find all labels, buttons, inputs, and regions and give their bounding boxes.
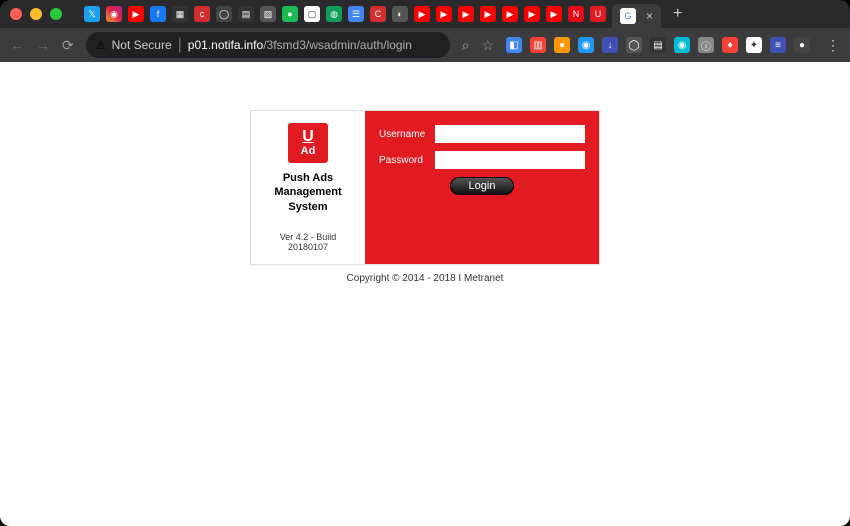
not-secure-label: Not Secure: [112, 38, 172, 52]
background-tab[interactable]: ▶: [128, 6, 144, 22]
background-tab[interactable]: ▶: [480, 6, 496, 22]
version-label: Ver 4.2 - Build 20180107: [259, 232, 357, 252]
extension-icon[interactable]: ●: [794, 37, 810, 53]
traffic-lights: [10, 8, 62, 20]
background-tab[interactable]: ◍: [326, 6, 342, 22]
background-tab[interactable]: ▶: [546, 6, 562, 22]
extension-icon[interactable]: ≡: [770, 37, 786, 53]
background-tab[interactable]: ▶: [458, 6, 474, 22]
background-tab[interactable]: c: [194, 6, 210, 22]
extension-icons: ◧ ▥ ● ◉ ↓ ◯ ▤ ◉ ⓘ ♦ ✦ ≡ ●: [506, 37, 810, 53]
reload-button[interactable]: ⟳: [62, 37, 74, 54]
browser-menu-button[interactable]: ⋮: [826, 37, 840, 54]
google-favicon-icon: G: [620, 8, 636, 24]
close-window-button[interactable]: [10, 8, 22, 20]
not-secure-icon: ⚠︎: [96, 39, 106, 52]
background-tab[interactable]: ▶: [524, 6, 540, 22]
login-left-pane: U Ad Push Ads Management System Ver 4.2 …: [251, 111, 365, 264]
extension-icon[interactable]: ▤: [650, 37, 666, 53]
login-form: Username Password Login: [365, 111, 599, 264]
background-tab[interactable]: ◯: [216, 6, 232, 22]
background-tab[interactable]: ▦: [172, 6, 188, 22]
background-tab[interactable]: ▤: [238, 6, 254, 22]
copyright-text: Copyright © 2014 - 2018 I Metranet: [347, 273, 504, 284]
password-label: Password: [379, 155, 429, 166]
background-tab[interactable]: ▧: [260, 6, 276, 22]
url-text: p01.notifa.info/3fsmd3/wsadmin/auth/logi…: [188, 38, 412, 52]
back-button[interactable]: ←: [10, 37, 24, 53]
background-tab[interactable]: f: [150, 6, 166, 22]
uad-logo: U Ad: [288, 123, 328, 163]
minimize-window-button[interactable]: [30, 8, 42, 20]
background-tab[interactable]: N: [568, 6, 584, 22]
background-tab[interactable]: ◉: [106, 6, 122, 22]
background-tab[interactable]: ▶: [502, 6, 518, 22]
extension-icon[interactable]: ◉: [578, 37, 594, 53]
maximize-window-button[interactable]: [50, 8, 62, 20]
password-input[interactable]: [435, 151, 585, 169]
address-bar: ← → ⟳ ⚠︎ Not Secure | p01.notifa.info/3f…: [0, 28, 850, 62]
background-tab[interactable]: ▶: [436, 6, 452, 22]
extension-icon[interactable]: ⓘ: [698, 37, 714, 53]
background-tab[interactable]: 𝕏: [84, 6, 100, 22]
background-tab[interactable]: ▶: [414, 6, 430, 22]
extension-icon[interactable]: ◉: [674, 37, 690, 53]
extension-icon[interactable]: ♦: [722, 37, 738, 53]
bookmark-icon[interactable]: ☆: [481, 37, 494, 54]
username-row: Username: [379, 125, 585, 143]
active-tab[interactable]: G×: [612, 4, 661, 28]
browser-window: 𝕏◉▶f▦c◯▤▧●▢◍☰C◐▶▶▶▶▶▶▶NUG×+ ← → ⟳ ⚠︎ Not…: [0, 0, 850, 526]
extension-icon[interactable]: ●: [554, 37, 570, 53]
extension-icon[interactable]: ✦: [746, 37, 762, 53]
extension-icon[interactable]: ◧: [506, 37, 522, 53]
login-card: U Ad Push Ads Management System Ver 4.2 …: [250, 110, 600, 265]
close-tab-icon[interactable]: ×: [646, 9, 653, 23]
background-tab[interactable]: C: [370, 6, 386, 22]
titlebar: 𝕏◉▶f▦c◯▤▧●▢◍☰C◐▶▶▶▶▶▶▶NUG×+: [0, 0, 850, 28]
extension-icon[interactable]: ▥: [530, 37, 546, 53]
new-tab-button[interactable]: +: [673, 5, 682, 23]
url-field[interactable]: ⚠︎ Not Secure | p01.notifa.info/3fsmd3/w…: [86, 32, 450, 58]
background-tab[interactable]: ▢: [304, 6, 320, 22]
extension-icon[interactable]: ↓: [602, 37, 618, 53]
system-title: Push Ads Management System: [259, 171, 357, 214]
login-button[interactable]: Login: [450, 177, 515, 195]
forward-button[interactable]: →: [36, 37, 50, 53]
extension-icon[interactable]: ◯: [626, 37, 642, 53]
username-input[interactable]: [435, 125, 585, 143]
page-content: U Ad Push Ads Management System Ver 4.2 …: [0, 62, 850, 526]
password-row: Password: [379, 151, 585, 169]
tab-strip: 𝕏◉▶f▦c◯▤▧●▢◍☰C◐▶▶▶▶▶▶▶NUG×+: [84, 0, 840, 28]
background-tab[interactable]: ◐: [392, 6, 408, 22]
username-label: Username: [379, 129, 429, 140]
background-tab[interactable]: ☰: [348, 6, 364, 22]
background-tab[interactable]: U: [590, 6, 606, 22]
search-icon[interactable]: ⌕: [462, 37, 470, 54]
background-tab[interactable]: ●: [282, 6, 298, 22]
